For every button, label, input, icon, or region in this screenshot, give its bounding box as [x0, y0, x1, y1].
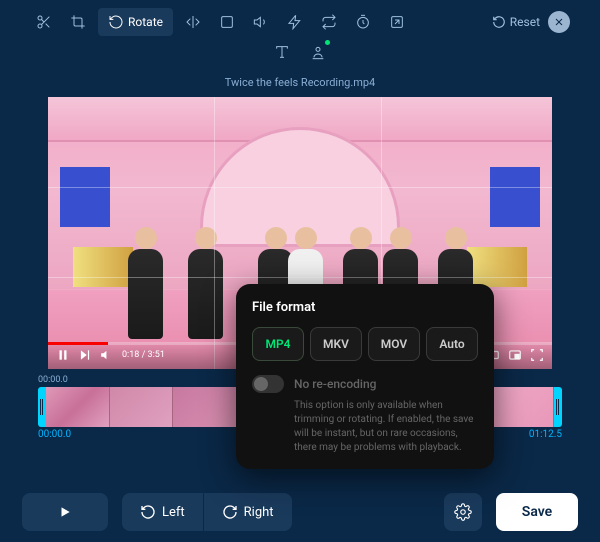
volume-icon[interactable]	[247, 8, 275, 36]
no-reencoding-toggle[interactable]	[252, 375, 284, 393]
timeline-thumb	[173, 387, 237, 427]
rotate-button[interactable]: Rotate	[98, 8, 173, 36]
cut-icon[interactable]	[30, 8, 58, 36]
settings-button[interactable]	[444, 493, 482, 531]
text-icon[interactable]	[268, 38, 296, 66]
timer-icon[interactable]	[349, 8, 377, 36]
close-button[interactable]	[548, 11, 570, 33]
rotate-left-label: Left	[162, 505, 185, 520]
rotate-right-button[interactable]: Right	[204, 493, 292, 531]
no-reencoding-description: This option is only available when trimm…	[252, 399, 478, 455]
main-toolbar: Rotate Reset	[0, 0, 600, 36]
loop-icon[interactable]	[315, 8, 343, 36]
resize-icon[interactable]	[213, 8, 241, 36]
rotate-label: Rotate	[128, 15, 163, 29]
video-time-label: 0:18 / 3:51	[122, 350, 165, 360]
format-mp4-button[interactable]: MP4	[252, 327, 304, 361]
toolbar-row-2	[0, 36, 600, 72]
format-mov-button[interactable]: MOV	[368, 327, 420, 361]
timeline-thumb	[491, 387, 555, 427]
notification-dot	[325, 40, 330, 45]
save-button[interactable]: Save	[496, 493, 578, 531]
subtitles-icon[interactable]	[304, 38, 332, 66]
no-reencoding-label: No re-encoding	[294, 377, 376, 391]
rotate-right-label: Right	[244, 505, 274, 520]
format-auto-button[interactable]: Auto	[426, 327, 478, 361]
pip-icon[interactable]	[508, 348, 522, 362]
timeline-thumb	[46, 387, 110, 427]
speed-icon[interactable]	[281, 8, 309, 36]
timeline-handle-left[interactable]	[38, 387, 46, 427]
crop-icon[interactable]	[64, 8, 92, 36]
export-icon[interactable]	[383, 8, 411, 36]
format-options: MP4 MKV MOV Auto	[252, 327, 478, 361]
file-format-popup: File format MP4 MKV MOV Auto No re-encod…	[236, 284, 494, 469]
popup-title: File format	[252, 300, 478, 315]
audio-icon[interactable]	[100, 348, 114, 362]
fullscreen-icon[interactable]	[530, 348, 544, 362]
rotate-left-button[interactable]: Left	[122, 493, 204, 531]
bottom-bar: Left Right Save	[0, 482, 600, 542]
rotate-controls: Left Right	[122, 493, 292, 531]
flip-horizontal-icon[interactable]	[179, 8, 207, 36]
play-button[interactable]	[22, 493, 108, 531]
reset-button[interactable]: Reset	[492, 15, 540, 29]
timeline-thumb	[110, 387, 174, 427]
reset-label: Reset	[510, 15, 540, 29]
format-mkv-button[interactable]: MKV	[310, 327, 362, 361]
pause-icon[interactable]	[56, 348, 70, 362]
timeline-end-time: 01:12.5	[529, 429, 562, 440]
next-icon[interactable]	[78, 348, 92, 362]
timeline-handle-right[interactable]	[554, 387, 562, 427]
filename-label: Twice the feels Recording.mp4	[0, 72, 600, 97]
timeline-start-time: 00:00.0	[38, 429, 71, 440]
